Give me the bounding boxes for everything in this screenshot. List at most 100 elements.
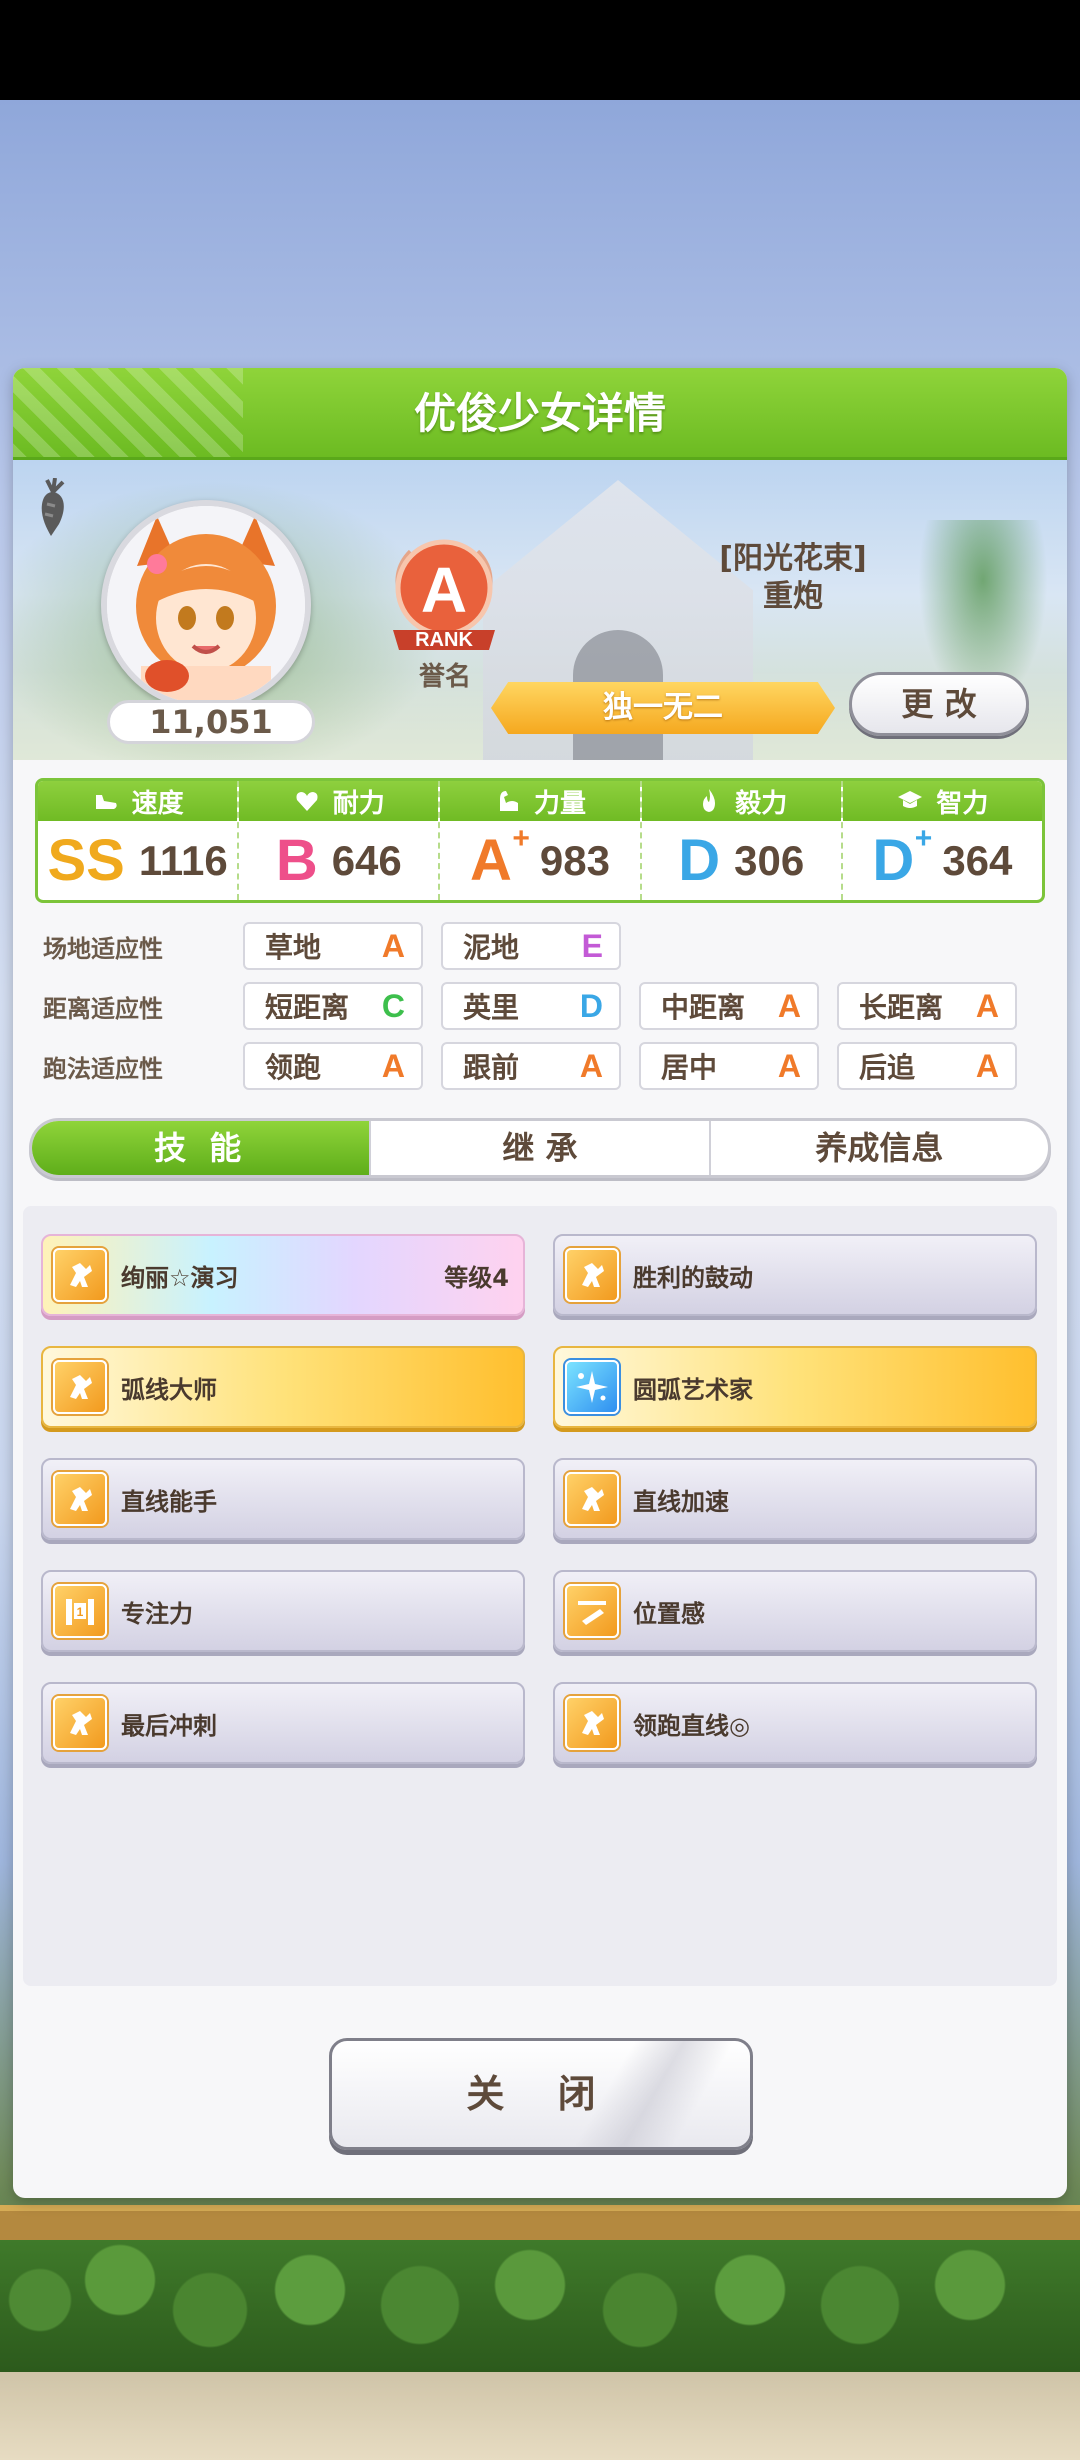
style-aptitude-row: 跑法适应性 领跑 A 跟前 A 居中 A 后追 A — [43, 1041, 1035, 1091]
stat-value: 1116 — [138, 837, 228, 884]
svg-text:RANK: RANK — [415, 629, 473, 651]
fan-count: 11,051 — [107, 700, 315, 744]
heart-icon — [296, 792, 318, 811]
arm-icon — [500, 791, 518, 811]
skill-item[interactable]: 最后冲刺 — [41, 1682, 525, 1764]
epithet-line-1: [阳光花束] — [719, 541, 867, 576]
running-horse-icon — [565, 1696, 619, 1750]
skill-item[interactable]: 位置感 — [553, 1570, 1037, 1652]
rank-title: 誉名 — [418, 662, 471, 692]
unique-title-banner: 独一无二 — [491, 682, 835, 734]
detail-tabs: 技 能 继 承 养成信息 — [29, 1118, 1051, 1178]
running-horse-icon — [53, 1248, 107, 1302]
stat-grade: D — [678, 828, 721, 893]
skill-name: 专注力 — [121, 1599, 193, 1628]
dialog-title: 优俊少女详情 — [413, 389, 666, 438]
skill-name: 直线加速 — [633, 1487, 729, 1516]
apt-cell: 跟前 A — [441, 1042, 621, 1090]
tab-training-info[interactable]: 养成信息 — [711, 1121, 1048, 1175]
skill-item[interactable]: 胜利的鼓动 — [553, 1234, 1037, 1316]
stat-label: 速度 — [131, 788, 184, 819]
stat-stamina: 耐力 B 646 — [239, 781, 441, 900]
carrot-icon — [41, 478, 65, 536]
stat-grade: B — [275, 828, 318, 893]
apt-label: 场地适应性 — [43, 934, 163, 963]
skill-name: 胜利的鼓动 — [633, 1263, 753, 1292]
skill-name: 领跑直线◎ — [633, 1711, 750, 1740]
running-horse-icon — [565, 1248, 619, 1302]
stat-value: 306 — [734, 837, 805, 884]
stat-speed: 速度 SS 1116 — [38, 781, 240, 900]
svg-text:1: 1 — [77, 1605, 84, 1619]
skill-name: 绚丽☆演习 — [121, 1263, 239, 1292]
running-horse-icon — [565, 1472, 619, 1526]
character-portrait-icon — [107, 506, 305, 704]
apt-cell: 居中 A — [639, 1042, 819, 1090]
apt-label: 距离适应性 — [43, 994, 163, 1023]
skill-name: 弧线大师 — [121, 1375, 217, 1404]
skill-name: 圆弧艺术家 — [633, 1375, 753, 1404]
skills-panel: 绚丽☆演习 等级4 胜利的鼓动 弧线大师 圆弧艺术家 直线能手 直线加速 1 专… — [23, 1206, 1057, 1986]
svg-text:A: A — [421, 554, 467, 626]
stat-guts: 毅力 D 306 — [641, 781, 843, 900]
skill-item[interactable]: 领跑直线◎ — [553, 1682, 1037, 1764]
apt-cell: 长距离 A — [837, 982, 1017, 1030]
dialog-header: 优俊少女详情 — [13, 368, 1067, 460]
apt-label: 跑法适应性 — [43, 1054, 163, 1083]
background-bushes — [0, 2240, 1080, 2460]
stat-wisdom: 智力 D + 364 — [842, 781, 1042, 900]
position-icon — [565, 1584, 619, 1638]
status-bar — [0, 0, 1080, 100]
skill-item[interactable]: 直线加速 — [553, 1458, 1037, 1540]
close-button[interactable]: 关 闭 — [329, 2038, 753, 2150]
tab-inheritance[interactable]: 继 承 — [371, 1121, 711, 1175]
epithet: [阳光花束] 重炮 — [653, 540, 933, 616]
stat-value: 364 — [942, 837, 1013, 884]
skill-name: 最后冲刺 — [121, 1711, 217, 1740]
distance-aptitude-row: 距离适应性 短距离 C 英里 D 中距离 A 长距离 A — [43, 981, 1035, 1031]
skill-item[interactable]: 弧线大师 — [41, 1346, 525, 1428]
rank-badge-icon: A RANK — [393, 539, 495, 651]
skill-item[interactable]: 1 专注力 — [41, 1570, 525, 1652]
background-fence — [0, 2205, 1080, 2241]
skill-name: 位置感 — [633, 1599, 705, 1628]
track-aptitude-row: 场地适应性 草地 A 泥地 E — [43, 921, 639, 971]
character-hero: 11,051 A RANK 誉名 [阳光花束] 重炮 独一无二 更 改 — [13, 460, 1067, 760]
character-avatar[interactable] — [101, 500, 311, 710]
change-title-button[interactable]: 更 改 — [849, 672, 1029, 736]
stat-grade: SS — [47, 828, 125, 893]
skill-item[interactable]: 圆弧艺术家 — [553, 1346, 1037, 1428]
stat-value: 646 — [331, 837, 402, 884]
sparkle-icon — [565, 1360, 619, 1414]
stat-label: 智力 — [936, 788, 989, 819]
starting-gate-icon: 1 — [53, 1584, 107, 1638]
shoe-icon — [95, 795, 117, 809]
apt-cell: 英里 D — [441, 982, 621, 1030]
stat-grade: D + — [872, 822, 933, 893]
stat-label: 耐力 — [332, 788, 385, 819]
skill-name: 直线能手 — [121, 1487, 217, 1516]
skill-item[interactable]: 直线能手 — [41, 1458, 525, 1540]
stat-grade: A + — [470, 822, 530, 893]
running-horse-icon — [53, 1360, 107, 1414]
apt-cell: 草地 A — [243, 922, 423, 970]
running-horse-icon — [53, 1472, 107, 1526]
skill-level: 等级4 — [444, 1263, 509, 1292]
apt-cell: 泥地 E — [441, 922, 621, 970]
stat-label: 毅力 — [735, 788, 788, 819]
flame-icon — [703, 789, 716, 812]
umamusume-detail-dialog: 优俊少女详情 11,051 A RANK 誉名 [阳光花束] 重炮 独一无二 更… — [13, 368, 1067, 2198]
stats-table: 速度 SS 1116 耐力 B 646 力量 A + 983 毅力 D 306 … — [35, 778, 1045, 903]
apt-cell: 领跑 A — [243, 1042, 423, 1090]
skill-item[interactable]: 绚丽☆演习 等级4 — [41, 1234, 525, 1316]
mortarboard-icon — [898, 791, 923, 808]
tab-skills[interactable]: 技 能 — [32, 1121, 372, 1175]
close-button-label: 关 闭 — [466, 2072, 616, 2116]
stat-label: 力量 — [534, 788, 587, 819]
apt-cell: 短距离 C — [243, 982, 423, 1030]
epithet-line-2: 重炮 — [763, 579, 823, 614]
running-horse-icon — [53, 1696, 107, 1750]
stat-value: 983 — [539, 837, 610, 884]
apt-cell: 后追 A — [837, 1042, 1017, 1090]
stat-power: 力量 A + 983 — [440, 781, 642, 900]
